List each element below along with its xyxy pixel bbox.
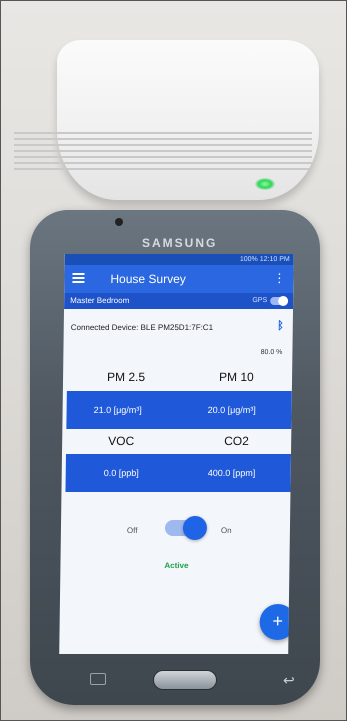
on-label: On bbox=[220, 526, 232, 535]
pm25-value: 21.0 [μg/m³] bbox=[93, 405, 142, 415]
pm10-value: 20.0 [μg/m³] bbox=[207, 405, 256, 415]
sensor-grille bbox=[14, 132, 312, 182]
status-bar: 100% 12:10 PM bbox=[64, 254, 294, 265]
gps-toggle[interactable] bbox=[270, 296, 289, 306]
sensor-led-indicator bbox=[255, 178, 275, 190]
menu-icon[interactable] bbox=[72, 273, 85, 283]
room-name: Master Bedroom bbox=[70, 296, 130, 305]
front-camera bbox=[115, 218, 123, 226]
voc-label: VOC bbox=[108, 434, 135, 448]
overflow-icon[interactable]: ⋮ bbox=[273, 271, 285, 285]
pm10-label: PM 10 bbox=[218, 370, 254, 384]
phone-screen: 100% 12:10 PM House Survey ⋮ Master Bedr… bbox=[59, 254, 294, 654]
battery-level: 80.0 % bbox=[260, 349, 283, 356]
co2-value: 400.0 [ppm] bbox=[207, 468, 256, 478]
voc-value: 0.0 [ppb] bbox=[103, 468, 139, 478]
home-button[interactable] bbox=[153, 670, 217, 690]
off-label: Off bbox=[126, 526, 138, 535]
gas-values-panel: 0.0 [ppb] 400.0 [ppm] bbox=[65, 454, 291, 492]
bluetooth-icon[interactable]: ᛒ bbox=[277, 320, 284, 332]
pm-values-panel: 21.0 [μg/m³] 20.0 [μg/m³] bbox=[66, 391, 292, 429]
back-key-icon[interactable]: ↩ bbox=[283, 672, 295, 689]
connected-device-text: Connected Device: BLE PM25D1:7F:C1 bbox=[70, 323, 214, 332]
pm25-label: PM 2.5 bbox=[106, 370, 146, 384]
gps-label: GPS bbox=[252, 297, 268, 304]
app-title: House Survey bbox=[110, 272, 186, 286]
status-active: Active bbox=[164, 561, 189, 570]
co2-label: CO2 bbox=[224, 434, 249, 448]
add-icon: + bbox=[272, 611, 284, 631]
phone-brand: SAMSUNG bbox=[142, 236, 218, 250]
room-bar: Master Bedroom GPS bbox=[64, 293, 294, 309]
recent-apps-key[interactable] bbox=[90, 673, 106, 685]
app-toolbar: House Survey ⋮ bbox=[64, 265, 294, 293]
measurement-toggle[interactable] bbox=[164, 516, 208, 540]
